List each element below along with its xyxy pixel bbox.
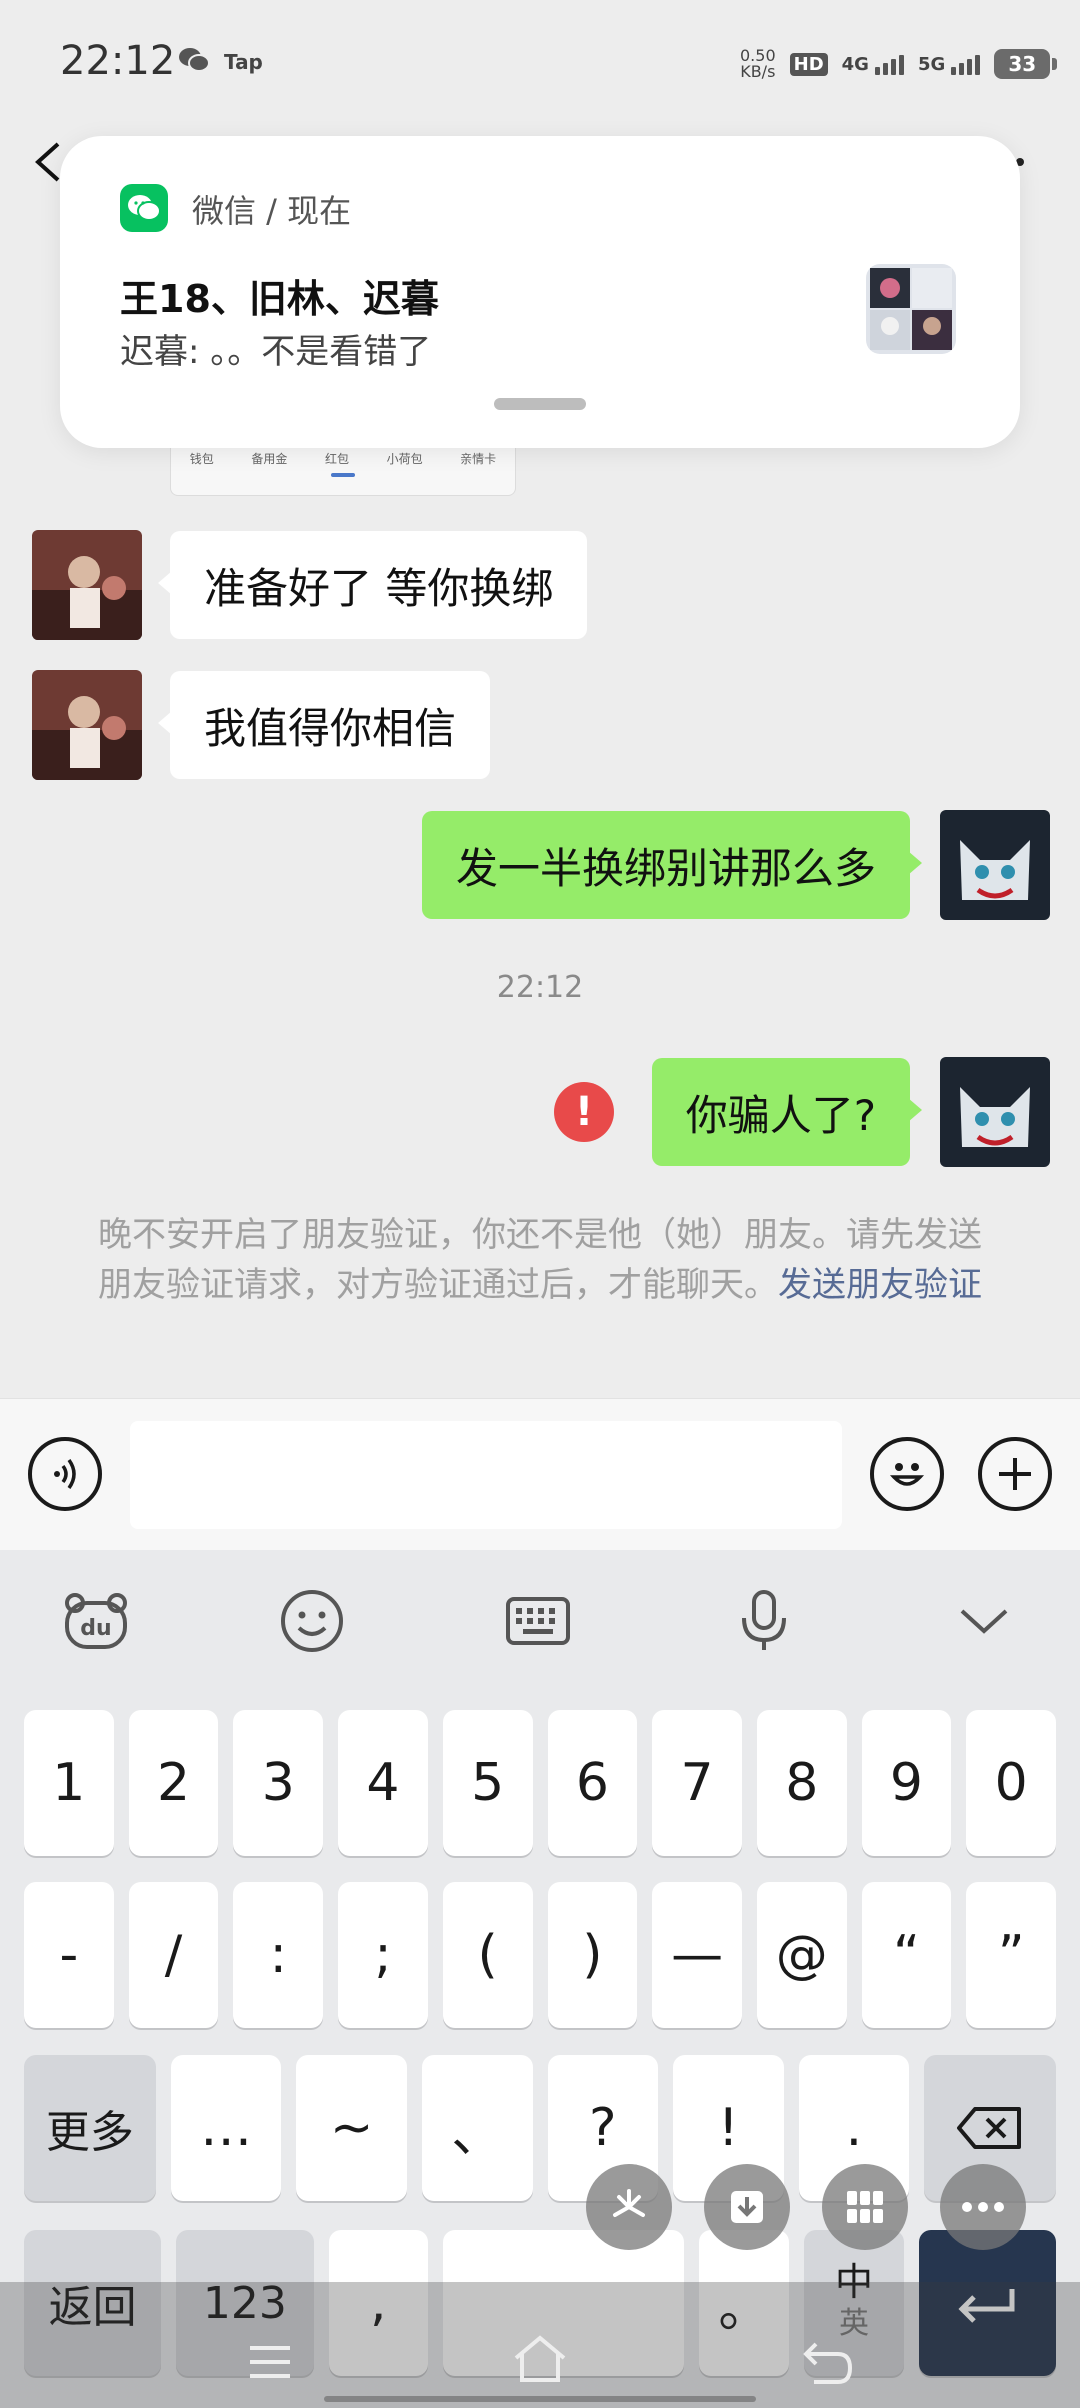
- contact-avatar[interactable]: [32, 670, 142, 780]
- status-time: 22:12: [60, 38, 176, 84]
- network-4g-label: 4G: [841, 53, 869, 75]
- chat-input-bar: [0, 1398, 1080, 1550]
- signal-5g-icon: 5G: [917, 53, 981, 75]
- network-5g-label: 5G: [917, 53, 946, 75]
- key[interactable]: ): [547, 1882, 638, 2028]
- key[interactable]: 0: [966, 1710, 1057, 1856]
- key[interactable]: ”: [966, 1882, 1057, 2028]
- pay-tab: 小荷包: [386, 452, 423, 466]
- emoji-icon[interactable]: [870, 1437, 944, 1511]
- notification-title: 王18、旧林、迟暮: [120, 277, 439, 321]
- key[interactable]: @: [756, 1882, 847, 2028]
- key[interactable]: 8: [756, 1710, 847, 1856]
- smiley-icon[interactable]: [272, 1586, 352, 1656]
- message-input[interactable]: [130, 1421, 842, 1529]
- key[interactable]: ~: [296, 2055, 407, 2201]
- status-tap-label: Tap: [224, 50, 263, 74]
- group-avatar-thumbnail: [866, 264, 956, 354]
- message-bubble-incoming[interactable]: 我值得你相信: [157, 671, 491, 779]
- friend-verification-notice: 晚不安开启了朋友验证，你还不是他（她）朋友。请先发送朋友验证请求，对方验证通过后…: [88, 1210, 992, 1310]
- key[interactable]: …: [170, 2055, 282, 2201]
- pay-tab-indicator: [331, 473, 355, 477]
- home-icon[interactable]: [510, 2334, 570, 2388]
- hd-badge: HD: [789, 52, 828, 76]
- home-indicator[interactable]: [324, 2396, 756, 2402]
- key[interactable]: 、: [421, 2055, 533, 2201]
- notification-drag-handle[interactable]: [494, 398, 586, 410]
- more-options-icon[interactable]: [940, 2164, 1026, 2250]
- svg-text:du: du: [80, 1616, 111, 1641]
- return-icon[interactable]: [800, 2338, 856, 2390]
- du-bear-icon[interactable]: du: [56, 1586, 136, 1656]
- notification-body: 迟暮: 。。不是看错了: [120, 332, 432, 372]
- message-bubble-outgoing[interactable]: 你骗人了?: [651, 1058, 923, 1166]
- menu-icon[interactable]: [246, 2342, 294, 2386]
- contact-avatar[interactable]: [32, 530, 142, 640]
- battery-level: 33: [1008, 52, 1037, 76]
- pay-tab: 红包: [324, 452, 349, 466]
- my-avatar[interactable]: [940, 810, 1050, 920]
- pay-tab: 备用金: [251, 452, 288, 466]
- keyboard-row-symbols: - / : ; ( ) — @ “ ”: [24, 1882, 1057, 2028]
- key[interactable]: /: [128, 1882, 219, 2028]
- key[interactable]: —: [652, 1882, 742, 2028]
- key[interactable]: 1: [24, 1710, 114, 1856]
- key[interactable]: ;: [338, 1882, 428, 2028]
- key[interactable]: 6: [547, 1710, 638, 1856]
- mic-icon[interactable]: [724, 1586, 804, 1656]
- key[interactable]: “: [861, 1882, 952, 2028]
- chat-bubbles-icon: [178, 46, 210, 81]
- keyboard: du 1 2 3 4 5 6 7 8 9 0 - / : ; ( ) — @ “…: [0, 1550, 1080, 2408]
- chevron-down-icon[interactable]: [944, 1586, 1024, 1656]
- asterisk-tool-icon[interactable]: [586, 2164, 672, 2250]
- key[interactable]: (: [442, 1882, 533, 2028]
- more-key[interactable]: 更多: [24, 2055, 156, 2201]
- my-avatar[interactable]: [940, 1057, 1050, 1167]
- keyboard-icon[interactable]: [498, 1586, 578, 1656]
- net-speed-unit: KB/s: [740, 62, 776, 81]
- key[interactable]: 2: [128, 1710, 219, 1856]
- status-bar: 22:12 Tap 0.50 KB/s HD 4G 5G 33: [0, 0, 1080, 130]
- backspace-icon: [957, 2107, 1022, 2149]
- pay-tab: 亲情卡: [460, 452, 497, 466]
- net-speed: 0.50 KB/s: [740, 48, 776, 80]
- signal-4g-icon: 4G: [842, 54, 904, 75]
- voice-icon[interactable]: [28, 1437, 102, 1511]
- pay-tab: 钱包: [189, 452, 214, 466]
- plus-icon[interactable]: [978, 1437, 1052, 1511]
- message-bubble-incoming[interactable]: 准备好了 等你换绑: [157, 531, 588, 639]
- keyboard-toolbar: du: [0, 1550, 1080, 1690]
- message-bubble-outgoing[interactable]: 发一半换绑别讲那么多: [421, 811, 923, 919]
- send-failed-icon[interactable]: !: [554, 1082, 614, 1142]
- keyboard-row-numbers: 1 2 3 4 5 6 7 8 9 0: [24, 1710, 1057, 1856]
- notification-app-time: 微信 / 现在: [192, 192, 352, 230]
- key[interactable]: 7: [652, 1710, 742, 1856]
- message-timestamp: 22:12: [496, 970, 584, 1005]
- send-verification-link[interactable]: 发送朋友验证: [778, 1265, 982, 1305]
- status-indicators: 0.50 KB/s HD 4G 5G 33: [740, 44, 1058, 84]
- wechat-notification[interactable]: 微信 / 现在 王18、旧林、迟暮 迟暮: 。。不是看错了: [60, 136, 1020, 448]
- keyboard-row-punct: 更多 … ~ 、 ? ! .: [24, 2055, 1057, 2201]
- system-navigation-bar: [0, 2282, 1080, 2408]
- battery-icon: 33: [994, 49, 1058, 79]
- key[interactable]: 4: [338, 1710, 428, 1856]
- key[interactable]: -: [24, 1882, 114, 2028]
- download-icon[interactable]: [704, 2164, 790, 2250]
- key[interactable]: :: [233, 1882, 324, 2028]
- key[interactable]: 5: [442, 1710, 533, 1856]
- key[interactable]: 3: [233, 1710, 324, 1856]
- wechat-logo-icon: [120, 184, 168, 232]
- grid-icon[interactable]: [822, 2164, 908, 2250]
- key[interactable]: 9: [861, 1710, 952, 1856]
